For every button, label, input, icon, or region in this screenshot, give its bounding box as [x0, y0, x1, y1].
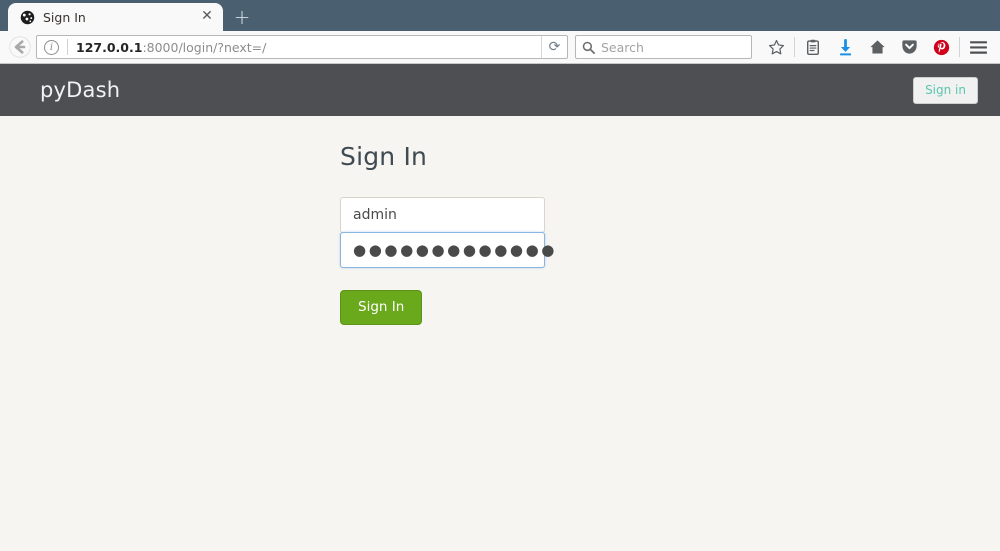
back-arrow-icon[interactable]: [6, 33, 34, 61]
new-tab-button[interactable]: +: [227, 3, 257, 31]
url-divider: [67, 39, 68, 55]
downloads-arrow-icon[interactable]: [829, 33, 861, 61]
pocket-shield-icon[interactable]: [893, 33, 925, 61]
address-bar[interactable]: i 127.0.0.1:8000/login/?next=/ ⟳: [36, 35, 568, 59]
navbar-sign-in-button[interactable]: Sign in: [913, 76, 978, 104]
page-content: Sign In admin ●●●●●●●●●●●●● Sign In: [0, 116, 1000, 325]
search-input[interactable]: Search: [575, 35, 752, 59]
pinterest-icon[interactable]: [925, 33, 957, 61]
library-clipboard-icon[interactable]: [797, 33, 829, 61]
url-host: 127.0.0.1: [76, 39, 143, 55]
username-value: admin: [353, 207, 397, 223]
close-icon[interactable]: ✕: [199, 9, 215, 25]
home-icon[interactable]: [861, 33, 893, 61]
info-circle-icon[interactable]: i: [44, 39, 59, 55]
search-icon: [582, 41, 595, 54]
hamburger-menu-icon[interactable]: [962, 33, 994, 61]
username-input[interactable]: admin: [340, 197, 545, 233]
toolbar-icon-group: [760, 33, 994, 61]
brand-logo[interactable]: pyDash: [40, 78, 120, 102]
sign-in-form: Sign In admin ●●●●●●●●●●●●● Sign In: [340, 142, 640, 325]
search-placeholder: Search: [601, 39, 644, 55]
app-navbar: pyDash Sign in: [0, 64, 1000, 116]
bookmark-star-icon[interactable]: [760, 33, 792, 61]
tab-bar: Sign In ✕ +: [0, 0, 1000, 31]
page-title: Sign In: [340, 142, 428, 171]
reload-icon[interactable]: ⟳: [541, 36, 567, 58]
password-masked-value: ●●●●●●●●●●●●●: [353, 240, 557, 259]
dashboard-gauge-icon: [19, 9, 35, 25]
url-path: :8000/login/?next=/: [142, 39, 267, 55]
url-text: 127.0.0.1:8000/login/?next=/: [76, 40, 541, 55]
password-input[interactable]: ●●●●●●●●●●●●●: [340, 232, 554, 268]
browser-tab-sign-in[interactable]: Sign In ✕: [8, 3, 223, 31]
toolbar-divider: [959, 37, 960, 57]
page-viewport: pyDash Sign in Sign In admin ●●●●●●●●●●●…: [0, 64, 1000, 551]
submit-sign-in-button[interactable]: Sign In: [340, 290, 423, 325]
browser-toolbar: i 127.0.0.1:8000/login/?next=/ ⟳ Search: [0, 31, 1000, 64]
toolbar-divider: [794, 37, 795, 57]
tab-title: Sign In: [43, 9, 86, 25]
browser-window: Sign In ✕ + i 127.0.0.1:8000/login/?next…: [0, 0, 1000, 551]
